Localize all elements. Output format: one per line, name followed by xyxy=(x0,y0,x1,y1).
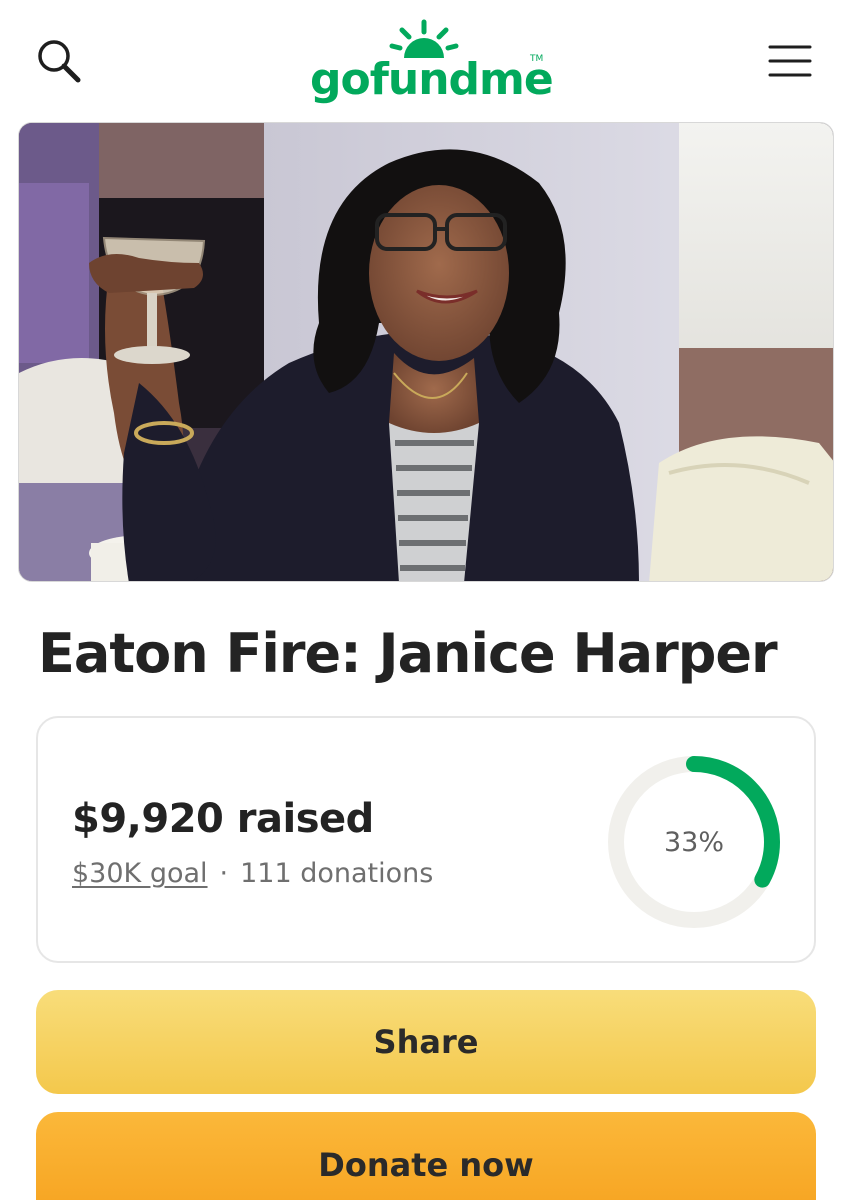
donation-progress-card: $9,920 raised $30K goal · 111 donations 33… xyxy=(36,716,816,963)
amount-raised: $9,920 raised xyxy=(72,796,374,842)
donate-now-button[interactable]: Donate now xyxy=(36,1112,816,1200)
hamburger-menu-icon xyxy=(768,45,812,77)
logo-trademark: TM xyxy=(530,54,544,64)
goal-link[interactable]: $30K goal xyxy=(72,858,208,889)
goal-and-donations: $30K goal · 111 donations xyxy=(72,856,433,892)
menu-button[interactable] xyxy=(762,36,818,86)
donations-count: 111 donations xyxy=(240,858,434,889)
top-nav: gofundme TM xyxy=(0,0,851,110)
search-icon xyxy=(38,40,81,83)
progress-ring: 33% xyxy=(604,752,784,932)
gofundme-logo[interactable]: gofundme TM xyxy=(300,14,560,105)
logo-wordmark: gofundme xyxy=(310,54,554,105)
share-button[interactable]: Share xyxy=(36,990,816,1094)
campaign-photo[interactable] xyxy=(18,122,834,582)
search-button[interactable] xyxy=(30,32,88,90)
campaign-title: Eaton Fire: Janice Harper xyxy=(38,622,778,685)
separator-dot: · xyxy=(219,858,229,889)
progress-percent: 33% xyxy=(663,826,724,858)
